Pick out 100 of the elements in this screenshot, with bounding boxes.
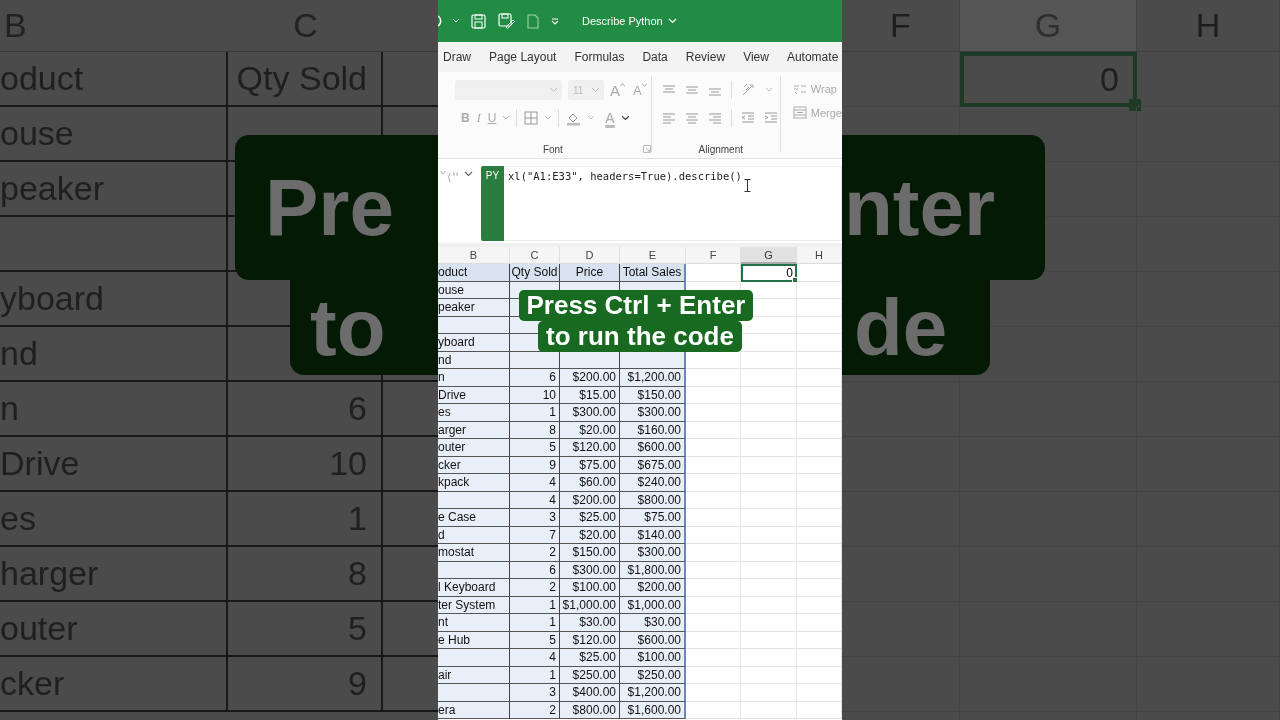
dialog-launcher-icon[interactable] [642,145,651,153]
table-cell: $30.00 [560,614,620,632]
table-cell [797,544,842,562]
align-icon[interactable] [661,84,676,96]
ribbon-tab[interactable]: Automate [786,50,839,64]
ribbon-tab[interactable]: Formulas [574,50,625,64]
table-cell: Total Sales [620,264,686,282]
table-cell [797,684,842,702]
table-cell [741,509,797,527]
table-cell: nt [438,614,510,632]
table-cell [797,474,842,492]
table-cell [797,369,842,387]
decrease-indent-icon[interactable] [740,112,755,124]
table-cell [741,474,797,492]
save-as-icon[interactable] [498,13,515,29]
increase-indent-icon[interactable] [763,112,778,124]
table-cell: $300.00 [620,404,686,422]
table-cell [741,334,797,352]
save-icon[interactable] [471,13,486,29]
group-label: Font [542,143,563,155]
table-cell: $600.00 [620,439,686,457]
align-icon[interactable] [707,112,722,124]
table-cell [686,649,741,667]
formula-input[interactable]: xl("A1:E33", headers=True).describe() [504,166,842,241]
table-cell: $100.00 [560,579,620,597]
table-cell: 1 [510,404,560,422]
caption-text: nter [842,135,1045,280]
document-icon[interactable] [527,13,539,29]
table-cell [686,544,741,562]
column-header[interactable]: H [797,247,842,264]
table-cell: 5 [510,439,560,457]
table-cell: 4 [510,649,560,667]
table-cell: $200.00 [560,369,620,387]
table-cell [741,404,797,422]
group-label: Alignment [698,143,743,155]
customize-icon[interactable] [551,17,559,25]
column-header[interactable]: G [741,247,797,264]
table-cell: oduct [438,264,510,282]
table-cell: $120.00 [560,439,620,457]
align-icon[interactable] [684,84,699,96]
chevron-icon[interactable] [667,18,677,24]
table-cell: l Keyboard [438,579,510,597]
align-icon[interactable] [684,112,699,124]
ribbon-tab[interactable]: Data [642,50,668,64]
caret-icon[interactable] [464,171,473,177]
wrap-text-icon [792,82,807,96]
table-cell: 2 [510,544,560,562]
table-cell: $75.00 [620,509,686,527]
table-cell: Price [560,264,620,282]
align-icon[interactable] [661,112,676,124]
table-cell [686,474,741,492]
ribbon-tab[interactable]: Draw [443,50,471,64]
table-cell [797,404,842,422]
table-cell: es [438,404,510,422]
ribbon-tab[interactable]: Review [685,50,726,64]
column-header[interactable]: B [438,247,510,264]
column-header[interactable]: D [560,247,620,264]
column-header[interactable]: C [510,247,560,264]
table-cell: 4 [510,474,560,492]
table-cell [797,439,842,457]
table-cell [741,439,797,457]
table-cell [797,614,842,632]
table-cell: $300.00 [560,404,620,422]
table-cell: 3 [510,509,560,527]
column-header[interactable]: F [686,247,741,264]
caret-icon[interactable] [621,116,629,120]
python-badge: PY [481,166,504,241]
table-cell: e Case [438,509,510,527]
ribbon-tab[interactable]: View [743,50,769,64]
table-cell: $25.00 [560,649,620,667]
font-name-field[interactable] [455,80,562,100]
borders-icon[interactable] [524,111,539,125]
ribbon-tab[interactable]: Page Layout [489,50,557,64]
table-cell: outer [438,439,510,457]
table-cell [686,684,741,702]
table-cell [741,369,797,387]
table-cell [686,614,741,632]
table-cell [797,509,842,527]
merge-icon [792,106,807,119]
active-cell[interactable]: 0 [741,264,797,282]
orientation-icon[interactable] [740,83,757,97]
table-cell: $1,200.00 [620,369,686,387]
table-cell: Qty Sold [510,264,560,282]
table-cell: kpack [438,474,510,492]
table-cell: $150.00 [560,544,620,562]
text-cursor-icon [744,179,751,192]
table-cell [741,579,797,597]
table-cell [797,299,842,317]
table-cell [797,649,842,667]
document-title[interactable]: Describe Python [582,15,663,27]
table-cell [741,544,797,562]
table-cell: 6 [510,369,560,387]
column-header[interactable]: E [620,247,686,264]
table-cell: $25.00 [560,509,620,527]
table-cell [686,369,741,387]
table-cell [686,439,741,457]
up-caret-icon [620,83,625,87]
table-cell: $30.00 [620,614,686,632]
table-cell [686,404,741,422]
caption-text: Pre [235,135,438,280]
